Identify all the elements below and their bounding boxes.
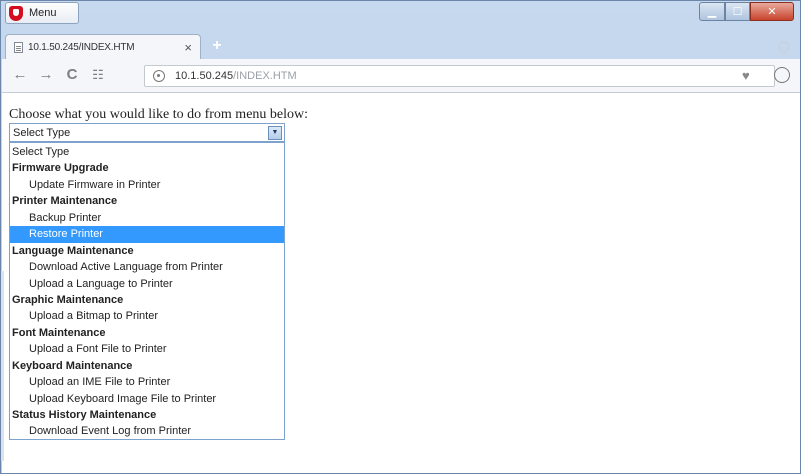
download-icon[interactable]	[774, 67, 790, 83]
opera-logo-icon	[9, 5, 23, 21]
title-bar: Menu ▁ ☐ ✕	[1, 1, 800, 31]
dropdown-group-header: Printer Maintenance	[12, 195, 118, 208]
speed-dial-button[interactable]: ☷	[88, 66, 108, 84]
page-prompt: Choose what you would like to do from me…	[9, 107, 309, 122]
tab-close-icon[interactable]: ×	[184, 40, 192, 55]
type-select[interactable]: Select Type ▼	[9, 123, 285, 142]
menu-button-label: Menu	[29, 7, 57, 19]
bookmark-heart-icon[interactable]: ♥	[742, 68, 750, 83]
dropdown-option[interactable]: Upload an IME File to Printer	[10, 374, 284, 390]
maximize-button[interactable]: ☐	[725, 2, 750, 21]
page-file-icon	[14, 41, 23, 53]
dropdown-group-header: Language Maintenance	[12, 244, 134, 257]
minimize-button[interactable]: ▁	[699, 2, 725, 21]
type-dropdown-list: Select Type Firmware Upgrade Update Firmwa…	[9, 142, 285, 440]
forward-button[interactable]: →	[36, 66, 56, 84]
dropdown-arrow-icon[interactable]: ▼	[268, 125, 282, 140]
reload-button[interactable]: C	[62, 66, 82, 84]
dropdown-group-header: Graphic Maintenance	[12, 293, 124, 306]
tab-index-htm[interactable]: 10.1.50.245/INDEX.HTM ×	[5, 34, 201, 59]
opera-menu-button[interactable]: Menu	[5, 2, 79, 24]
dropdown-group-header: Font Maintenance	[12, 326, 106, 339]
address-bar[interactable]: 10.1.50.245/INDEX.HTM	[144, 65, 775, 87]
dropdown-option[interactable]: Upload Keyboard Image File to Printer	[10, 391, 284, 407]
dropdown-option[interactable]: Download Active Language from Printer	[10, 259, 284, 275]
dropdown-group-header: Status History Maintenance	[12, 409, 157, 421]
dropdown-option[interactable]: Restore Printer	[10, 226, 284, 243]
page-content: Choose what you would like to do from me…	[2, 93, 800, 473]
dropdown-group-header: Keyboard Maintenance	[12, 359, 133, 372]
dropdown-option[interactable]: Download Event Log from Printer	[10, 423, 284, 439]
dropdown-option[interactable]: Select Type	[10, 144, 284, 160]
dropdown-option[interactable]: Upload a Bitmap to Printer	[10, 308, 284, 324]
select-current-value: Select Type	[13, 126, 71, 139]
window-edge	[1, 271, 4, 461]
site-info-icon[interactable]	[153, 70, 165, 82]
dropdown-option[interactable]: Backup Printer	[10, 210, 284, 226]
browser-window: Menu ▁ ☐ ✕ 10.1.50.245/INDEX.HTM × + ← →…	[0, 0, 801, 474]
navigation-bar: ← → C ☷ 10.1.50.245/INDEX.HTM ♥	[2, 59, 800, 93]
dropdown-option[interactable]: Update Firmware in Printer	[10, 177, 284, 193]
back-button[interactable]: ←	[10, 66, 30, 84]
new-tab-button[interactable]: +	[208, 38, 226, 56]
tab-menu-icon[interactable]	[778, 41, 790, 53]
tab-title: 10.1.50.245/INDEX.HTM	[28, 41, 135, 53]
tab-strip: 10.1.50.245/INDEX.HTM × +	[1, 31, 800, 59]
dropdown-group-header: Firmware Upgrade	[12, 162, 109, 175]
url-host: 10.1.50.245	[175, 70, 234, 82]
window-controls: ▁ ☐ ✕	[699, 2, 794, 21]
dropdown-option[interactable]: Upload a Language to Printer	[10, 276, 284, 292]
url-path: /INDEX.HTM	[233, 70, 297, 82]
close-window-button[interactable]: ✕	[750, 2, 794, 21]
dropdown-option[interactable]: Upload a Font File to Printer	[10, 341, 284, 357]
